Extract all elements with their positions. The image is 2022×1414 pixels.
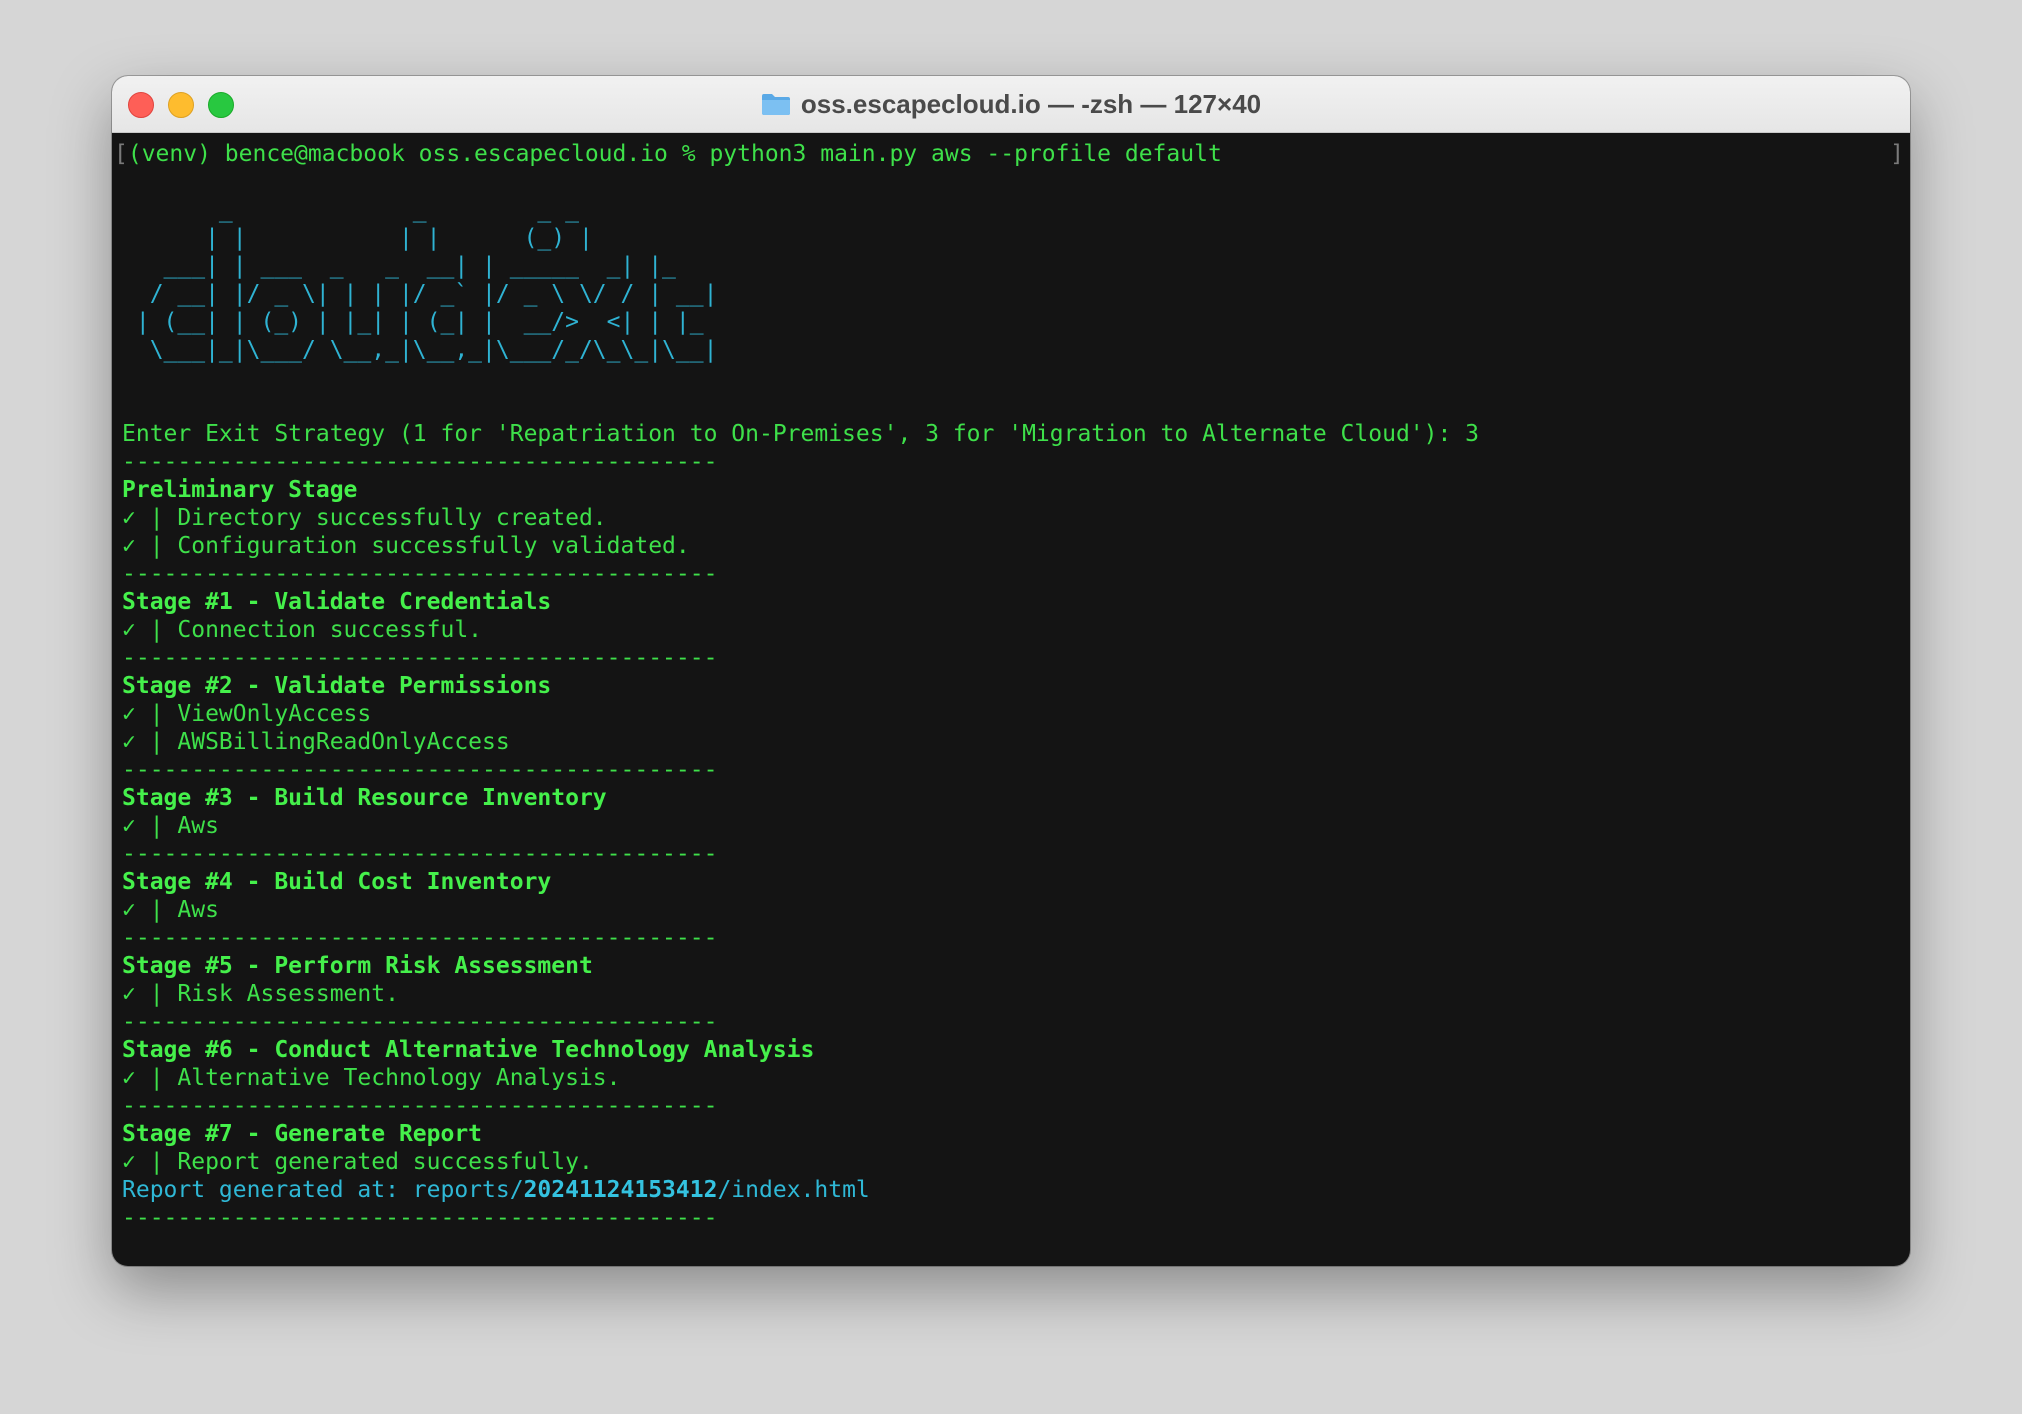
ascii-logo-line-5: | (__| | (_) | |_| | (_| | __/> <| | |_ — [122, 309, 704, 335]
separator: ----------------------------------------… — [122, 449, 718, 475]
line-end-bracket: ] — [1890, 141, 1904, 167]
stage-item: ✓ | Report generated successfully. — [122, 1149, 593, 1175]
separator: ----------------------------------------… — [122, 1205, 718, 1231]
report-path-line: Report generated at: reports/20241124153… — [122, 1176, 870, 1204]
stage-item: ✓ | Alternative Technology Analysis. — [122, 1065, 621, 1091]
stage-item: ✓ | AWSBillingReadOnlyAccess — [122, 729, 510, 755]
stage-title-3: Stage #3 - Build Resource Inventory — [122, 785, 607, 811]
report-path-suffix: /index.html — [717, 1177, 870, 1203]
report-path-prefix: Report generated at: reports/ — [122, 1177, 524, 1203]
stage-title-7: Stage #7 - Generate Report — [122, 1121, 483, 1147]
ascii-logo-line-1: _ _ _ _ — [122, 197, 579, 223]
exit-strategy-question: Enter Exit Strategy (1 for 'Repatriation… — [122, 421, 1480, 447]
ascii-logo-line-2: | | | | (_) | — [122, 225, 593, 251]
stage-item: ✓ | Connection successful. — [122, 617, 483, 643]
report-id: 20241124153412 — [523, 1177, 718, 1203]
stage-item: ✓ | Aws — [122, 897, 219, 923]
ascii-logo-line-4: / __| |/ _ \| | | |/ _` |/ _ \ \/ / | __… — [122, 281, 718, 307]
separator: ----------------------------------------… — [122, 925, 718, 951]
stage-title-5: Stage #5 - Perform Risk Assessment — [122, 953, 593, 979]
ascii-logo-line-6: \___|_|\___/ \__,_|\__,_|\___/_/\_\_|\__… — [122, 337, 718, 363]
stage-item: ✓ | ViewOnlyAccess — [122, 701, 372, 727]
terminal-window: oss.escapecloud.io — -zsh — 127×40 [(ven… — [112, 76, 1910, 1266]
separator: ----------------------------------------… — [122, 841, 718, 867]
stage-title-6: Stage #6 - Conduct Alternative Technolog… — [122, 1037, 815, 1063]
separator: ----------------------------------------… — [122, 645, 718, 671]
title-bar[interactable]: oss.escapecloud.io — -zsh — 127×40 — [112, 76, 1910, 133]
stage-title-1: Stage #1 - Validate Credentials — [122, 589, 552, 615]
window-title: oss.escapecloud.io — -zsh — 127×40 — [800, 88, 1262, 119]
ascii-logo-line-3: ___| | ___ _ _ __| | _____ _| |_ — [122, 253, 676, 279]
stage-item: ✓ | Aws — [122, 813, 219, 839]
separator: ----------------------------------------… — [122, 1093, 718, 1119]
separator: ----------------------------------------… — [122, 757, 718, 783]
window-title-container: oss.escapecloud.io — -zsh — 127×40 — [112, 76, 1910, 132]
stage-title-2: Stage #2 - Validate Permissions — [122, 673, 552, 699]
stage-title-4: Stage #4 - Build Cost Inventory — [122, 869, 552, 895]
stage-item: ✓ | Configuration successfully validated… — [122, 533, 690, 559]
prompt-line: [(venv) bence@macbook oss.escapecloud.io… — [114, 141, 1222, 167]
separator: ----------------------------------------… — [122, 561, 718, 587]
folder-icon — [761, 94, 790, 115]
prompt-command: (venv) bence@macbook oss.escapecloud.io … — [127, 141, 1222, 167]
stage-item: ✓ | Risk Assessment. — [122, 981, 399, 1007]
stage-item: ✓ | Directory successfully created. — [122, 505, 607, 531]
separator: ----------------------------------------… — [122, 1009, 718, 1035]
stage-title-preliminary: Preliminary Stage — [122, 477, 358, 503]
terminal-output[interactable]: [(venv) bence@macbook oss.escapecloud.io… — [112, 132, 1910, 1266]
